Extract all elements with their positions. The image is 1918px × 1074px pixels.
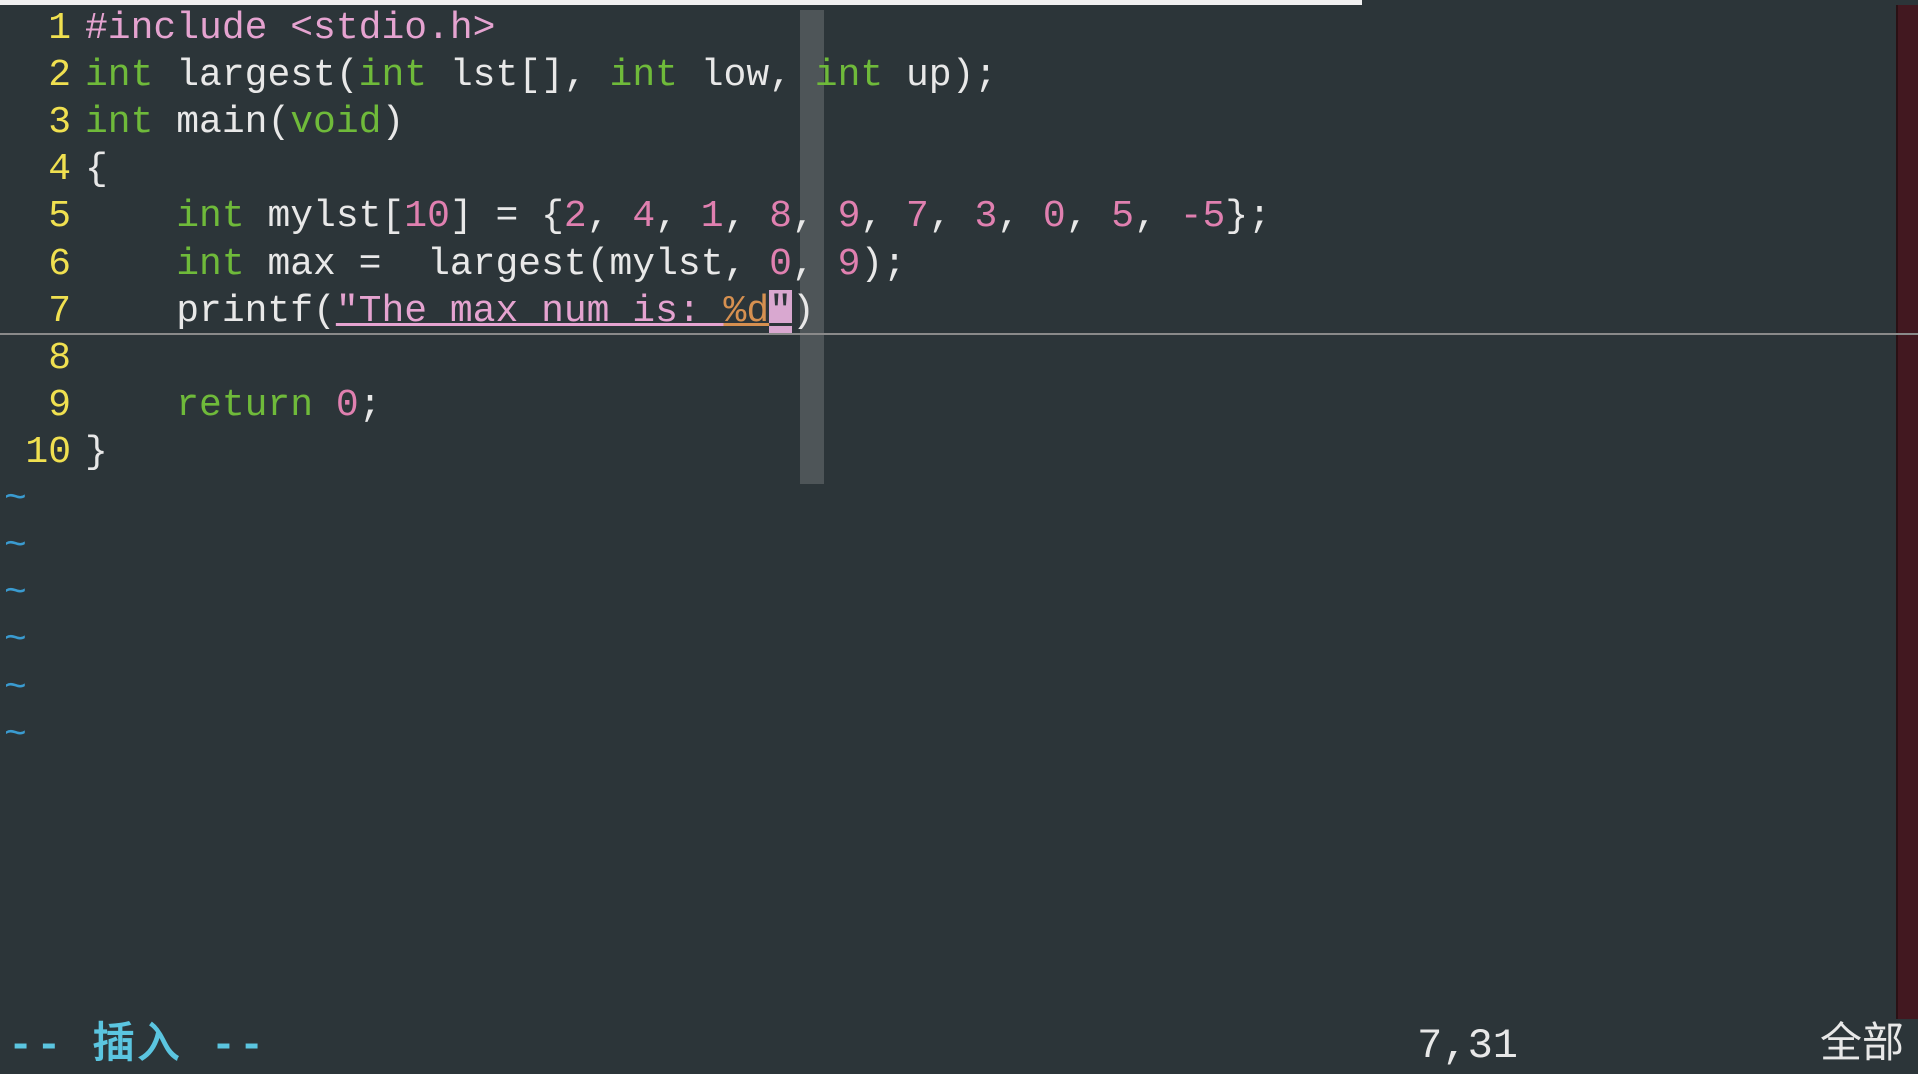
code-content[interactable]: } [85, 429, 108, 476]
code-line[interactable]: 6 int max = largest(mylst, 0, 9); [0, 241, 1918, 288]
editor-area[interactable]: 1#include <stdio.h>2int largest(int lst[… [0, 5, 1918, 1019]
code-line[interactable]: 9 return 0; [0, 382, 1918, 429]
cursor-position: 7,31 [1417, 1020, 1518, 1072]
code-content[interactable]: #include <stdio.h> [85, 5, 495, 52]
code-line[interactable]: 4{ [0, 146, 1918, 193]
line-number: 2 [0, 52, 85, 99]
line-number: 7 [0, 288, 85, 335]
code-line[interactable]: 10} [0, 429, 1918, 476]
code-content[interactable]: { [85, 146, 108, 193]
empty-line-marker: ~ [0, 617, 1918, 664]
empty-line-marker: ~ [0, 476, 1918, 523]
line-number: 6 [0, 241, 85, 288]
line-number: 1 [0, 5, 85, 52]
empty-line-marker: ~ [0, 523, 1918, 570]
code-content[interactable]: return 0; [85, 382, 381, 429]
code-line[interactable]: 7 printf("The max num is: %d") [0, 288, 1918, 335]
empty-line-marker: ~ [0, 665, 1918, 712]
empty-line-marker: ~ [0, 712, 1918, 759]
code-content[interactable]: int main(void) [85, 99, 404, 146]
code-line[interactable]: 3int main(void) [0, 99, 1918, 146]
code-content[interactable]: int mylst[10] = {2, 4, 1, 8, 9, 7, 3, 0,… [85, 193, 1271, 240]
line-number: 8 [0, 335, 85, 382]
empty-line-marker: ~ [0, 570, 1918, 617]
line-number: 9 [0, 382, 85, 429]
editor-mode: -- 插入 -- [0, 1020, 267, 1072]
line-number: 10 [0, 429, 85, 476]
code-content[interactable]: int max = largest(mylst, 0, 9); [85, 241, 906, 288]
code-content[interactable]: printf("The max num is: %d") [85, 288, 815, 335]
code-line[interactable]: 2int largest(int lst[], int low, int up)… [0, 52, 1918, 99]
code-line[interactable]: 1#include <stdio.h> [0, 5, 1918, 52]
line-number: 5 [0, 193, 85, 240]
status-bar: -- 插入 -- 7,31 全部 [0, 1019, 1918, 1074]
code-content[interactable]: int largest(int lst[], int low, int up); [85, 52, 997, 99]
code-line[interactable]: 5 int mylst[10] = {2, 4, 1, 8, 9, 7, 3, … [0, 193, 1918, 240]
file-position: 全部 [1820, 1020, 1904, 1072]
line-number: 4 [0, 146, 85, 193]
code-line[interactable]: 8 [0, 335, 1918, 382]
line-number: 3 [0, 99, 85, 146]
